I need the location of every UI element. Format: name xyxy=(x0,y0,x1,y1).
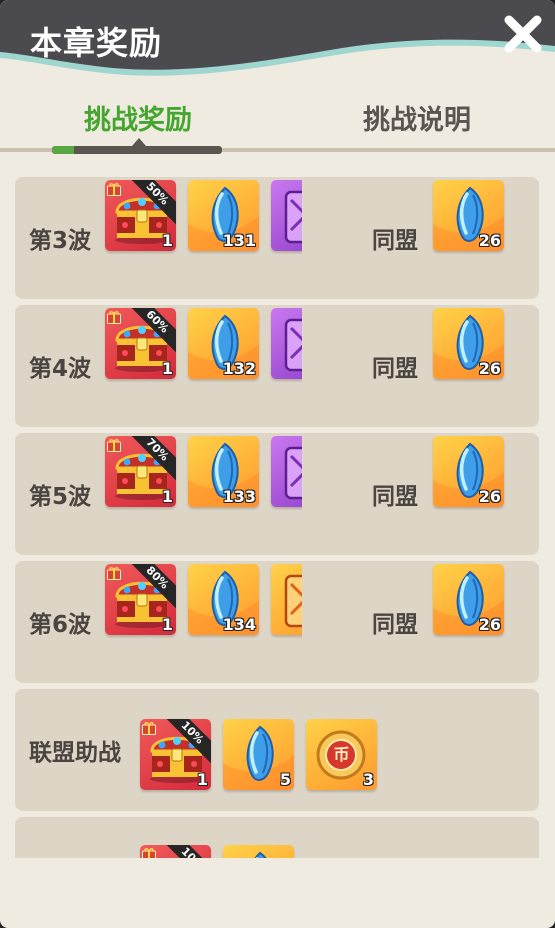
gift-icon xyxy=(107,183,121,196)
item-count: 26 xyxy=(478,231,501,250)
gift-icon xyxy=(107,439,121,452)
wave-row: 第3波 50% 1 131 同盟 26 xyxy=(15,177,539,299)
reward-card-item[interactable] xyxy=(271,180,302,251)
tab-bar: 挑战奖励 挑战说明 xyxy=(0,100,555,154)
chest-reward-item[interactable]: 10% xyxy=(140,845,211,858)
item-count: 131 xyxy=(222,231,256,250)
tab-challenge-info[interactable]: 挑战说明 xyxy=(297,100,537,146)
reward-strip[interactable]: 80% 1 134 xyxy=(15,561,302,683)
crystal-reward-item[interactable]: 133 xyxy=(188,436,259,507)
reward-strip[interactable]: 50% 1 131 xyxy=(15,177,302,299)
assist-label: 联盟助战 xyxy=(29,740,121,766)
reward-card-item[interactable] xyxy=(271,308,302,379)
ally-crystal-reward-item[interactable]: 26 xyxy=(433,564,504,635)
gift-icon xyxy=(142,848,156,858)
ally-label: 同盟 xyxy=(372,484,418,510)
orange-card-icon xyxy=(284,574,302,628)
purple-card-icon xyxy=(284,190,302,244)
crystal-reward-item[interactable]: 132 xyxy=(188,308,259,379)
reward-strip[interactable]: 70% 1 133 xyxy=(15,433,302,555)
item-count: 1 xyxy=(161,231,173,250)
reward-card-item[interactable] xyxy=(271,564,302,635)
close-icon xyxy=(504,15,542,53)
item-count: 26 xyxy=(478,359,501,378)
assist-reward-row: 助战奖励10% xyxy=(15,817,539,858)
ally-label: 同盟 xyxy=(372,612,418,638)
wave-row: 第6波 80% 1 134 同盟 26 xyxy=(15,561,539,683)
ally-label: 同盟 xyxy=(372,356,418,382)
item-count: 3 xyxy=(362,770,374,789)
item-count: 26 xyxy=(478,487,501,506)
page-title: 本章奖励 xyxy=(30,24,163,62)
chest-reward-item[interactable]: 70% 1 xyxy=(105,436,176,507)
close-button[interactable] xyxy=(501,12,545,56)
item-count: 1 xyxy=(161,359,173,378)
chapter-reward-panel: 本章奖励 挑战奖励 挑战说明 第3波 50% 1 131 同盟 26 第4波 60% 1 132 同… xyxy=(0,0,555,928)
crystal-reward-item[interactable]: 131 xyxy=(188,180,259,251)
ally-crystal-reward-item[interactable]: 26 xyxy=(433,436,504,507)
panel-header: 本章奖励 xyxy=(0,0,555,95)
reward-list[interactable]: 第3波 50% 1 131 同盟 26 第4波 60% 1 132 同盟 26 第5波 70% 1 133 同盟… xyxy=(0,177,555,858)
chest-reward-item[interactable]: 50% 1 xyxy=(105,180,176,251)
alliance-assist-row: 联盟助战 10% 1 5 币 3 xyxy=(15,689,539,811)
active-tab-indicator xyxy=(52,146,222,154)
item-count: 1 xyxy=(161,615,173,634)
coin-reward-item[interactable]: 币3 xyxy=(306,719,377,790)
blue-crystal-icon xyxy=(254,851,267,858)
reward-card-item[interactable] xyxy=(271,436,302,507)
ally-crystal-reward-item[interactable]: 26 xyxy=(433,308,504,379)
reward-strip[interactable]: 60% 1 132 xyxy=(15,305,302,427)
ally-crystal-reward-item[interactable]: 26 xyxy=(433,180,504,251)
wave-row: 第5波 70% 1 133 同盟 26 xyxy=(15,433,539,555)
chest-reward-item[interactable]: 60% 1 xyxy=(105,308,176,379)
chest-reward-item[interactable]: 10% 1 xyxy=(140,719,211,790)
tab-indicator-notch xyxy=(132,138,146,146)
purple-card-icon xyxy=(284,446,302,500)
crystal-reward-item[interactable] xyxy=(223,845,294,858)
wave-row: 第4波 60% 1 132 同盟 26 xyxy=(15,305,539,427)
gift-icon xyxy=(142,722,156,735)
item-count: 5 xyxy=(279,770,291,789)
gift-icon xyxy=(107,311,121,324)
item-count: 1 xyxy=(196,770,208,789)
item-count: 133 xyxy=(222,487,256,506)
item-count: 26 xyxy=(478,615,501,634)
item-count: 134 xyxy=(222,615,256,634)
chest-reward-item[interactable]: 80% 1 xyxy=(105,564,176,635)
gift-icon xyxy=(107,567,121,580)
crystal-reward-item[interactable]: 134 xyxy=(188,564,259,635)
purple-card-icon xyxy=(284,318,302,372)
item-count: 132 xyxy=(222,359,256,378)
item-count: 1 xyxy=(161,487,173,506)
crystal-reward-item[interactable]: 5 xyxy=(223,719,294,790)
ally-label: 同盟 xyxy=(372,228,418,254)
